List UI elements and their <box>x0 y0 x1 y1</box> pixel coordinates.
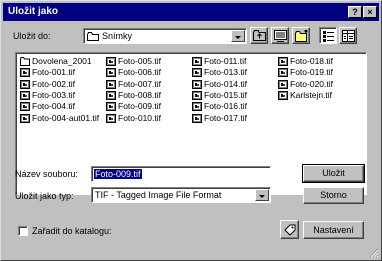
file-name: Foto-008.tif <box>118 89 161 100</box>
image-file-icon <box>192 68 202 78</box>
catalog-label: Zařadit do katalogu: <box>32 226 112 236</box>
file-name: Foto-007.tif <box>118 78 161 89</box>
save-in-value: Snímky <box>102 31 133 41</box>
new-folder-button[interactable] <box>292 27 310 44</box>
image-file-icon <box>20 102 30 112</box>
image-file-icon <box>106 57 116 66</box>
filename-input[interactable]: Foto-009.tif <box>91 166 271 182</box>
file-name: Foto-006.tif <box>118 67 161 78</box>
close-button[interactable]: × <box>363 6 377 18</box>
filename-value: Foto-009.tif <box>94 169 142 179</box>
file-name: Foto-002.tif <box>32 78 75 89</box>
cancel-button[interactable]: Storno <box>303 187 364 204</box>
catalog-options-button[interactable] <box>280 220 299 239</box>
chevron-down-icon[interactable] <box>231 30 245 42</box>
image-file-icon <box>106 68 116 78</box>
image-file-icon <box>278 57 288 66</box>
save-as-dialog: Uložit jako ? × Uložit do: Snímky Dovole… <box>0 0 382 261</box>
image-file-icon <box>106 90 116 100</box>
list-view-button[interactable] <box>319 27 337 44</box>
image-file-icon <box>192 102 202 112</box>
file-name: Foto-003.tif <box>32 89 75 100</box>
file-name: Foto-020.tif <box>290 78 333 89</box>
folder-icon <box>87 32 99 41</box>
file-name: Foto-004.tif <box>32 101 75 112</box>
image-file-icon <box>20 68 30 78</box>
image-file-icon <box>192 90 202 100</box>
file-name: Foto-016.tif <box>204 101 247 112</box>
image-file-icon <box>278 79 288 89</box>
folder-icon <box>20 57 30 66</box>
file-name: Foto-015.tif <box>204 89 247 100</box>
file-name: Foto-001.tif <box>32 67 75 78</box>
file-name: Foto-005.tif <box>118 56 161 66</box>
image-file-icon <box>20 113 30 123</box>
tag-icon <box>284 224 296 236</box>
catalog-checkbox[interactable] <box>18 226 28 236</box>
up-one-level-button[interactable] <box>250 27 268 44</box>
save-in-combo[interactable]: Snímky <box>83 28 247 44</box>
file-name: Dovolena_2001 <box>32 56 92 66</box>
image-file-icon <box>20 90 30 100</box>
file-name: Foto-014.tif <box>204 78 247 89</box>
file-name: Foto-013.tif <box>204 67 247 78</box>
settings-button[interactable]: Nastavení <box>303 221 364 239</box>
chevron-down-icon[interactable] <box>255 189 269 201</box>
file-name: Foto-019.tif <box>290 67 333 78</box>
save-in-label-text: Uložit do: <box>13 31 51 41</box>
title-bar[interactable]: Uložit jako ? × <box>3 3 379 21</box>
desktop-button[interactable] <box>271 27 289 44</box>
image-file-icon <box>278 68 288 78</box>
details-view-icon <box>342 30 355 42</box>
details-view-button[interactable] <box>339 27 357 44</box>
resize-grip-icon[interactable] <box>369 248 379 258</box>
save-button[interactable]: Uložit <box>302 164 365 183</box>
help-button[interactable]: ? <box>348 6 362 18</box>
image-file-icon <box>106 113 116 123</box>
save-in-label: Uložit do: <box>13 31 51 41</box>
image-file-icon <box>192 57 202 66</box>
file-name: Foto-011.tif <box>204 56 247 66</box>
filename-label: Název souboru: <box>15 169 79 179</box>
image-file-icon <box>278 90 288 100</box>
new-folder-icon <box>295 30 308 42</box>
file-name: Foto-004-aut01.tif <box>32 112 100 123</box>
filetype-value: TIF - Tagged Image File Format <box>95 190 222 200</box>
image-file-icon <box>192 79 202 89</box>
file-name: Karlstejn.tif <box>290 89 333 100</box>
image-file-icon <box>20 79 30 89</box>
image-file-icon <box>106 102 116 112</box>
file-name: Foto-018.tif <box>290 56 333 66</box>
file-name: Foto-017.tif <box>204 112 247 123</box>
filetype-label: Uložit jako typ: <box>15 191 74 201</box>
file-name: Foto-009.tif <box>118 101 161 112</box>
filetype-combo[interactable]: TIF - Tagged Image File Format <box>91 187 271 203</box>
folder-up-icon <box>253 30 266 41</box>
file-name: Foto-010.tif <box>118 112 161 123</box>
dialog-title: Uložit jako <box>8 6 59 17</box>
desktop-icon <box>274 30 287 42</box>
image-file-icon <box>192 113 202 123</box>
image-file-icon <box>106 79 116 89</box>
list-view-icon <box>323 31 334 42</box>
